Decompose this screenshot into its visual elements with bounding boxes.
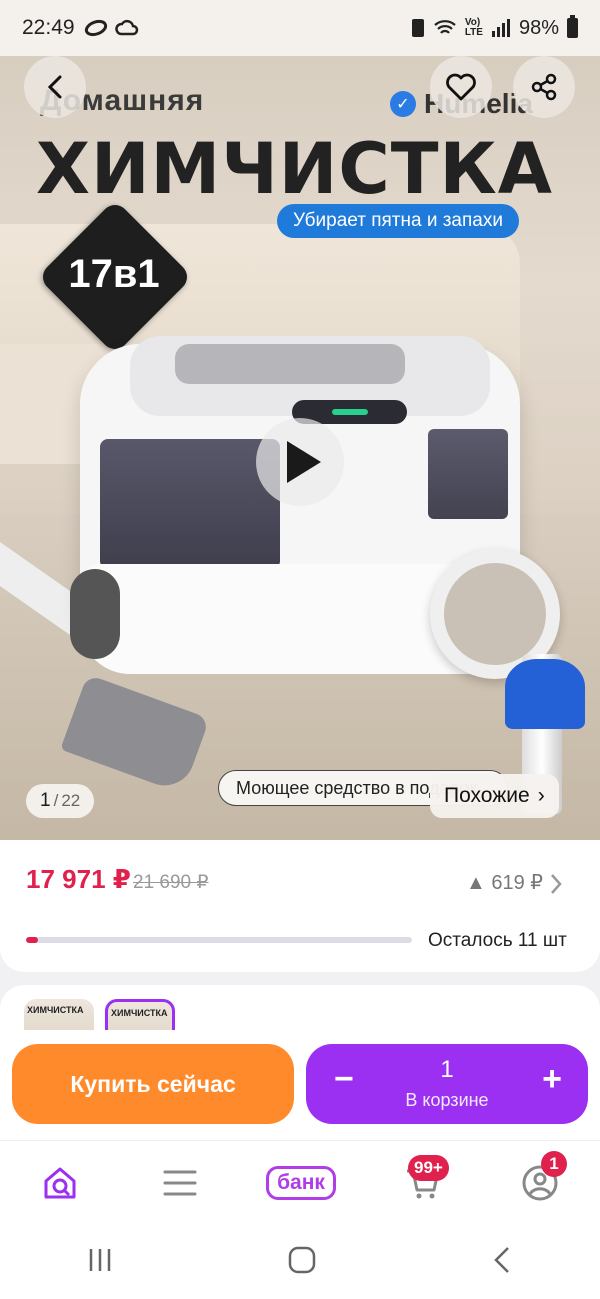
- play-video-button[interactable]: [256, 418, 344, 506]
- favorite-button[interactable]: [430, 56, 492, 118]
- vacuum-tank-right: [428, 429, 508, 519]
- nav-home-search[interactable]: [30, 1161, 90, 1205]
- bottom-navigation: банк 99+ 1: [0, 1140, 600, 1220]
- vacuum-tank-left: [100, 439, 280, 569]
- home-search-icon: [44, 1167, 76, 1199]
- variant-thumbnail-label: ХИМЧИСТКА: [111, 1008, 168, 1018]
- system-back-icon[interactable]: [490, 1245, 514, 1275]
- link-icon: [84, 19, 107, 37]
- cart-badge: 99+: [408, 1155, 449, 1181]
- purchase-action-bar: Купить сейчас − 1 В корзине +: [0, 1030, 600, 1140]
- signal-icon: [491, 19, 510, 37]
- stock-progress-bar: [26, 937, 412, 943]
- stock-remaining: Осталось 11 шт: [428, 930, 567, 951]
- system-navigation: [0, 1220, 600, 1299]
- verified-check-icon: ✓: [390, 91, 416, 117]
- gift-bow: [505, 659, 585, 729]
- price-current: 17 971 ₽: [26, 864, 131, 894]
- variant-thumbnail-label: ХИМЧИСТКА: [27, 1005, 84, 1015]
- profile-badge: 1: [541, 1151, 567, 1177]
- similar-products-button[interactable]: Похожие ›: [430, 774, 559, 818]
- vacuum-wheel-left: [70, 569, 120, 659]
- chevron-right-icon[interactable]: [548, 872, 564, 896]
- stock-progress-fill: [26, 937, 38, 943]
- home-icon[interactable]: [287, 1245, 317, 1275]
- tagline-pill: Убирает пятна и запахи: [277, 204, 519, 238]
- increase-quantity-button[interactable]: +: [542, 1060, 562, 1099]
- sim-icon: [411, 19, 424, 37]
- cloud-icon: [114, 19, 138, 36]
- back-button[interactable]: [24, 56, 86, 118]
- image-counter: 1 / 22: [26, 784, 95, 818]
- menu-icon: [163, 1170, 197, 1196]
- product-image-gallery[interactable]: Домашняя ХИМЧИСТКА ✓ Humelia Убирает пят…: [0, 44, 600, 844]
- hero-title: ХИМЧИСТКА: [36, 128, 553, 210]
- nav-catalog[interactable]: [150, 1161, 210, 1205]
- status-bar: 22:49 Vo) LTE 98%: [0, 0, 600, 56]
- battery-text: 98%: [518, 16, 559, 39]
- buy-now-button[interactable]: Купить сейчас: [12, 1044, 294, 1124]
- image-counter-current: 1: [40, 790, 51, 811]
- price-diff[interactable]: ▲ 619 ₽: [466, 870, 543, 895]
- chevron-right-icon: ›: [537, 784, 545, 807]
- vacuum-handle: [175, 344, 405, 384]
- image-counter-total: 22: [61, 791, 81, 810]
- status-right-icons: Vo) LTE 98%: [411, 15, 578, 40]
- cart-stepper: − 1 В корзине +: [306, 1044, 588, 1124]
- nav-bank[interactable]: банк: [262, 1161, 340, 1205]
- back-arrow-icon: [47, 75, 62, 99]
- recent-apps-icon[interactable]: [86, 1246, 114, 1274]
- battery-icon: [567, 15, 578, 38]
- price-card: 17 971 ₽ 21 690 ₽ ▲ 619 ₽ Осталось 11 шт: [0, 840, 600, 972]
- image-counter-separator: /: [53, 791, 59, 810]
- wifi-icon: [434, 20, 456, 34]
- status-left-icons: [83, 19, 139, 37]
- status-time: 22:49: [22, 16, 75, 39]
- share-icon: [531, 73, 557, 101]
- price-old: 21 690 ₽: [133, 872, 209, 893]
- bank-label: банк: [266, 1166, 336, 1200]
- share-button[interactable]: [513, 56, 575, 118]
- heart-icon: [446, 73, 476, 101]
- similar-label: Похожие: [444, 784, 530, 807]
- badge-text: 17в1: [68, 252, 160, 296]
- volte-icon: Vo) LTE: [464, 17, 483, 38]
